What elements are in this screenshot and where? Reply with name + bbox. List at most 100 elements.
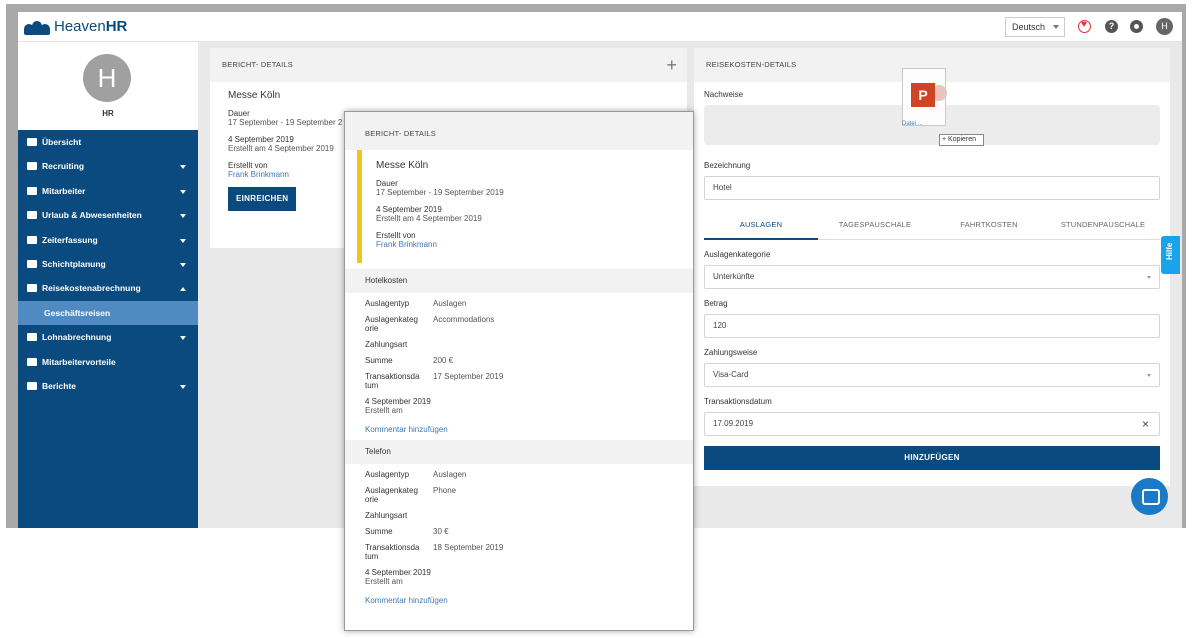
trip-title: Messe Köln (376, 160, 429, 171)
sidebar-item-schichtplanung[interactable]: Schichtplanung (18, 252, 198, 276)
calendar-icon (27, 259, 37, 268)
logo-people-icon (24, 17, 50, 35)
category-label: Auslagenkategorie (704, 250, 771, 259)
list-item: Auslagentyp Auslagen (365, 470, 467, 479)
brand-name: HeavenHR (54, 17, 128, 35)
category-select[interactable]: Unterkünfte (704, 265, 1160, 289)
list-item: Transaktionsda tum 17 September 2019 (365, 372, 504, 390)
tab-fahrtkosten[interactable]: FAHRTKOSTEN (932, 214, 1046, 240)
list-item: Zahlungsart (365, 340, 408, 349)
duration-label: Dauer (376, 179, 398, 188)
list-item: Summe 200 € (365, 356, 454, 365)
name-input[interactable]: Hotel (704, 176, 1160, 200)
file-name: Datei ... (902, 121, 923, 127)
profile-name: HR (102, 109, 114, 118)
sidebar-item-recruiting[interactable]: Recruiting (18, 154, 198, 178)
close-icon[interactable]: × (1142, 413, 1149, 435)
chevron-down-icon (180, 336, 186, 341)
main-nav: Übersicht Recruiting Mitarbeiter Urlaub … (18, 130, 198, 398)
sidebar-item-mitarbeitervorteile[interactable]: Mitarbeitervorteile (18, 350, 198, 374)
sidebar-item-urlaub[interactable]: Urlaub & Abwesenheiten (18, 203, 198, 227)
submit-button[interactable]: EINREICHEN (228, 187, 297, 211)
gear-icon[interactable] (1130, 20, 1143, 33)
sidebar-item-uebersicht[interactable]: Übersicht (18, 130, 198, 154)
trip-card: Messe Köln Dauer 17 September - 19 Septe… (357, 150, 683, 263)
created-date: Erstellt am 4 September 2019 (376, 214, 482, 223)
chevron-up-icon (180, 287, 186, 292)
chat-icon[interactable] (1131, 478, 1168, 515)
profile-header: H HR (18, 42, 198, 130)
powerpoint-file-icon: P (902, 68, 947, 126)
report-details-popup: BERICHT- DETAILS Messe Köln Dauer 17 Sep… (344, 111, 694, 631)
sidebar-item-reisekosten[interactable]: Reisekostenabrechnung (18, 276, 198, 300)
amount-label: Betrag (704, 299, 728, 308)
comment-date: 4 September 2019 (365, 397, 431, 406)
expense-details-list: Auslagentyp Auslagen Auslagenkateg orie Ac… (345, 293, 693, 434)
sidebar-subitem-geschaeftsreisen[interactable]: Geschäftsreisen (18, 300, 198, 326)
section-hotelkosten: Hotelkosten (345, 269, 693, 293)
add-comment-link[interactable]: Kommentar hinzufügen (365, 425, 673, 434)
logo[interactable]: HeavenHR (24, 17, 127, 35)
comment-date: 4 September 2019 (365, 568, 431, 577)
sidebar-item-berichte[interactable]: Berichte (18, 374, 198, 398)
heart-icon[interactable] (1078, 19, 1091, 33)
report-date: 4 September 2019 (376, 205, 442, 214)
people-icon (27, 186, 37, 195)
dashboard-icon (27, 138, 37, 146)
clock-icon (27, 235, 37, 244)
vacation-icon (27, 211, 37, 220)
sidebar-item-zeiterfassung[interactable]: Zeiterfassung (18, 228, 198, 252)
expense-details-list: Auslagentyp Auslagen Auslagenkateg orie Ph… (345, 464, 693, 605)
list-item: Zahlungsart (365, 511, 408, 520)
plus-icon[interactable]: + (666, 56, 677, 74)
avatar[interactable]: H (83, 54, 131, 102)
tab-auslagen[interactable]: AUSLAGEN (704, 214, 818, 240)
chevron-down-icon (180, 238, 186, 243)
expense-type-tabs: AUSLAGEN TAGESPAUSCHALE FAHRTKOSTEN STUN… (704, 214, 1160, 240)
chevron-down-icon (180, 214, 186, 219)
trip-title: Messe Köln (228, 90, 281, 101)
comment-created: Erstellt am (365, 406, 403, 415)
user-avatar[interactable]: H (1156, 18, 1173, 35)
sidebar-item-mitarbeiter[interactable]: Mitarbeiter (18, 179, 198, 203)
help-tab[interactable]: Hilfe (1161, 236, 1180, 274)
panel-title: BERICHT- DETAILS (210, 48, 687, 82)
wallet-icon (27, 333, 37, 342)
creator-link[interactable]: Frank Brinkmann (376, 240, 669, 249)
tab-stundenpauschale[interactable]: STUNDENPAUSCHALE (1046, 214, 1160, 240)
payment-select[interactable]: Visa-Card (704, 363, 1160, 387)
amount-input[interactable]: 120 (704, 314, 1160, 338)
creator-label: Erstellt von (376, 231, 416, 240)
comment-created: Erstellt am (365, 577, 403, 586)
chevron-down-icon (180, 165, 186, 170)
list-item: Transaktionsda tum 18 September 2019 (365, 543, 504, 561)
date-label: Transaktionsdatum (704, 397, 772, 406)
language-select[interactable]: Deutsch (1005, 17, 1065, 37)
section-telefon: Telefon (345, 440, 693, 464)
list-item: Auslagenkateg orie Accommodations (365, 315, 495, 333)
recruiting-icon (27, 162, 37, 171)
payment-label: Zahlungsweise (704, 348, 758, 357)
chevron-down-icon (1147, 374, 1151, 377)
tab-tagespauschale[interactable]: TAGESPAUSCHALE (818, 214, 932, 240)
help-icon[interactable]: ? (1105, 20, 1118, 33)
chevron-down-icon (180, 262, 186, 267)
popup-title: BERICHT- DETAILS (345, 112, 693, 150)
list-item: Summe 30 € (365, 527, 449, 536)
copy-badge: + Kopieren (939, 134, 984, 146)
dragged-file[interactable]: P Datei ... (882, 58, 964, 138)
chevron-down-icon (1147, 276, 1151, 279)
add-comment-link[interactable]: Kommentar hinzufügen (365, 596, 673, 605)
pie-chart-icon (27, 381, 37, 390)
top-bar: HeavenHR Deutsch ? H (18, 12, 1182, 42)
add-button[interactable]: HINZUFÜGEN (704, 446, 1160, 470)
sidebar-item-lohnabrechnung[interactable]: Lohnabrechnung (18, 325, 198, 349)
chevron-down-icon (180, 384, 186, 389)
chevron-down-icon (1053, 25, 1059, 29)
travel-icon (27, 284, 37, 293)
powerpoint-letter-icon: P (911, 83, 935, 107)
list-item: Auslagentyp Auslagen (365, 299, 467, 308)
date-input[interactable]: 17.09.2019 × (704, 412, 1160, 436)
list-item: Auslagenkateg orie Phone (365, 486, 457, 504)
sidebar: H HR Übersicht Recruiting Mitarbeiter Ur… (18, 42, 198, 528)
